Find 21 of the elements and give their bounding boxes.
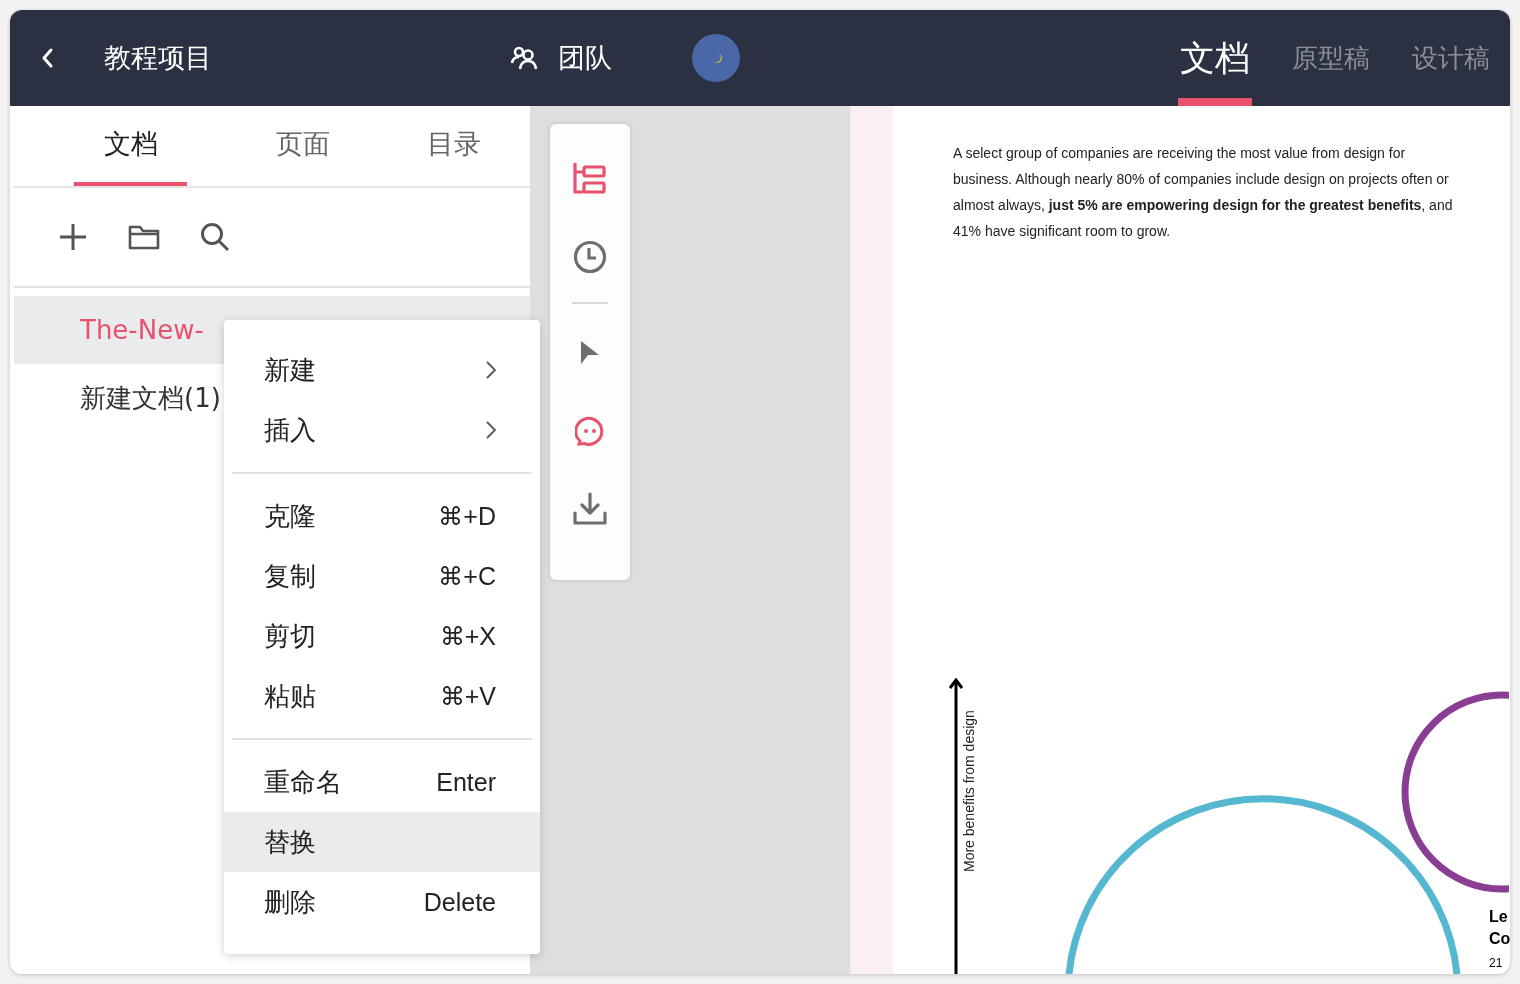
shortcut-label: Delete — [423, 887, 496, 917]
menu-label: 粘贴 — [264, 679, 316, 713]
shortcut-label: ⌘+C — [438, 561, 496, 591]
shortcut-label: ⌘+D — [438, 501, 496, 531]
shortcut-label: ⌘+X — [439, 621, 496, 651]
axis-label: More benefits from design — [961, 709, 978, 872]
shortcut-label: ⌘+V — [439, 681, 496, 711]
shortcut-label: Enter — [436, 767, 496, 797]
menu-label: 删除 — [264, 885, 316, 919]
menu-label: 剪切 — [264, 619, 316, 653]
menu-label: 新建 — [264, 353, 316, 387]
chart-label: Le — [1489, 907, 1509, 927]
menu-label: 复制 — [264, 559, 316, 593]
menu-label: 替换 — [264, 825, 316, 859]
menu-label: 重命名 — [264, 765, 342, 799]
chart-label: Co — [1489, 929, 1510, 949]
menu-label: 插入 — [264, 413, 316, 447]
menu-label: 克隆 — [264, 499, 316, 533]
project-title: 教程项目 — [104, 41, 212, 75]
chart-value: 21 — [1489, 956, 1504, 970]
body-paragraph: A select group of companies are receiving the most value from design for business. Although nearly 80% of companies include design on projects often or almost always, just 5% are empowering design for the greatest benefits, and 41% have significant room to grow. — [953, 144, 1453, 241]
